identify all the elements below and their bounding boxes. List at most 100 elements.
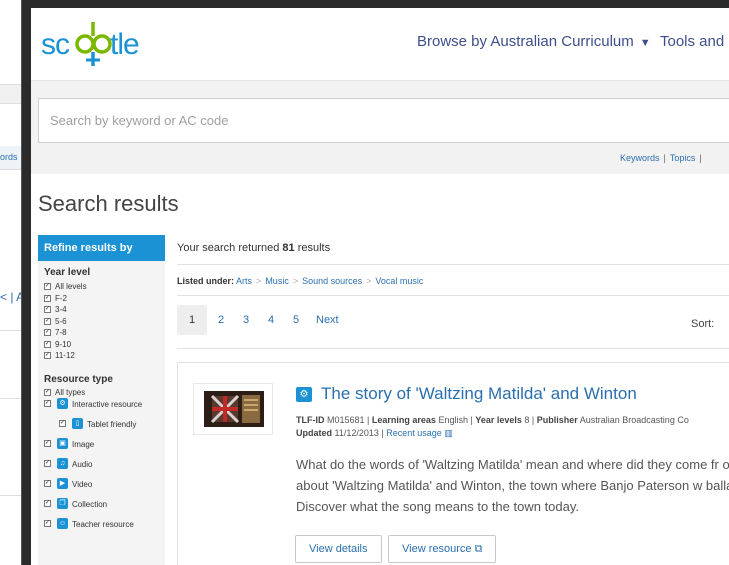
result-thumbnail[interactable] — [193, 383, 273, 435]
divider — [177, 348, 729, 349]
facet-type-teacher-resource[interactable]: ✓ ☺ Teacher resource — [38, 516, 165, 536]
breadcrumb-item[interactable]: Arts — [236, 276, 252, 286]
page-5-link[interactable]: 5 — [291, 305, 301, 335]
page-1-button[interactable]: 1 — [177, 305, 207, 335]
view-resource-button[interactable]: View resource ⧉ — [388, 535, 497, 563]
svg-text:tle: tle — [110, 28, 139, 61]
nav-browse-curriculum[interactable]: Browse by Australian Curriculum ▼ — [417, 33, 651, 50]
checkbox-checked-icon[interactable]: ✓ — [44, 340, 51, 348]
breadcrumb-item[interactable]: Music — [265, 276, 289, 286]
facet-year-11-12[interactable]: ✓ 11-12 — [38, 351, 165, 363]
keywords-link[interactable]: Keywords — [620, 153, 660, 163]
facet-label: 3-4 — [55, 305, 67, 314]
checkbox-checked-icon[interactable]: ✓ — [44, 400, 51, 407]
facet-label: All levels — [55, 282, 87, 291]
checkbox-checked-icon[interactable]: ✓ — [44, 440, 51, 447]
listed-under-label: Listed under: — [177, 276, 235, 286]
tlf-label: TLF-ID — [296, 415, 325, 425]
facet-label: 5-6 — [55, 316, 67, 326]
audio-icon: ♫ — [57, 458, 68, 469]
left-cropped-link[interactable]: ords — [0, 152, 18, 162]
bar-chart-icon: ▥ — [444, 428, 453, 438]
nav-tools[interactable]: Tools and — [660, 33, 724, 50]
facet-label: Teacher resource — [72, 520, 134, 529]
interactive-icon: ⚙ — [57, 398, 68, 409]
facet-year-f-2[interactable]: ✓ F-2 — [38, 294, 165, 306]
divider — [177, 264, 729, 265]
topics-link[interactable]: Topics — [670, 153, 696, 163]
scootle-logo[interactable]: sc tle — [41, 20, 151, 68]
page-4-link[interactable]: 4 — [266, 305, 276, 335]
checkbox-checked-icon[interactable]: ✓ — [44, 460, 51, 467]
learning-areas-label: Learning areas — [371, 415, 436, 425]
checkbox-checked-icon[interactable]: ✓ — [59, 420, 66, 427]
facet-type-video[interactable]: ✓ ▶ Video — [38, 476, 165, 496]
search-band: Keywords|Topics| — [31, 80, 729, 174]
facet-label: Video — [72, 480, 93, 489]
breadcrumb-item[interactable]: Vocal music — [375, 276, 423, 286]
window-border — [22, 0, 31, 565]
breadcrumb-item[interactable]: Sound sources — [302, 276, 362, 286]
checkbox-checked-icon[interactable]: ✓ — [44, 283, 51, 290]
top-navigation: sc tle Browse by Australian Curriculum ▼ … — [31, 8, 729, 80]
checkbox-checked-icon[interactable]: ✓ — [44, 520, 51, 527]
facet-year-5-6[interactable]: ✓ 5-6 — [38, 317, 165, 329]
chevron-right-icon: > — [366, 276, 372, 286]
checkbox-checked-icon[interactable]: ✓ — [44, 500, 51, 507]
refine-heading: Refine results by — [38, 235, 165, 261]
facet-type-image[interactable]: ✓ ▣ Image — [38, 436, 165, 456]
facet-label: 9-10 — [55, 339, 72, 349]
meta-line-1: TLF-ID M015681 | Learning areas English … — [296, 415, 689, 425]
results-number: 81 — [282, 242, 295, 254]
facet-year-9-10[interactable]: ✓ 9-10 — [38, 340, 165, 352]
left-divider — [0, 330, 21, 331]
search-box — [38, 98, 729, 143]
facet-year-7-8[interactable]: ✓ 7-8 — [38, 328, 165, 340]
checkbox-checked-icon[interactable]: ✓ — [44, 329, 51, 336]
result-title-row: ⚙ The story of 'Waltzing Matilda' and Win… — [296, 384, 637, 404]
facet-type-audio[interactable]: ✓ ♫ Audio — [38, 456, 165, 476]
checkbox-checked-icon[interactable]: ✓ — [44, 480, 51, 487]
updated-value: 11/12/2013 — [334, 428, 379, 438]
sort-label[interactable]: Sort: — [691, 318, 714, 330]
breadcrumb: Listed under: Arts > Music > Sound sources > V… — [177, 276, 423, 286]
recent-usage-link[interactable]: Recent usage — [386, 428, 442, 438]
facet-year-all[interactable]: ✓ All levels — [38, 282, 165, 294]
next-page-link[interactable]: Next — [316, 305, 339, 335]
tlf-id: M015681 — [327, 415, 365, 425]
view-resource-label: View resource — [402, 543, 472, 555]
page-2-link[interactable]: 2 — [216, 305, 226, 335]
teacher-icon: ☺ — [57, 518, 68, 529]
updated-label: Updated — [296, 428, 332, 438]
results-suffix: results — [297, 242, 331, 254]
publisher-label: Publisher — [536, 415, 578, 425]
facet-title-year-level: Year level — [44, 267, 91, 278]
left-window-fragment: ords < | A — [0, 0, 22, 565]
checkbox-checked-icon[interactable]: ✓ — [44, 306, 51, 313]
collection-icon: ❐ — [57, 498, 68, 509]
checkbox-checked-icon[interactable]: ✓ — [44, 388, 51, 396]
facet-year-3-4[interactable]: ✓ 3-4 — [38, 305, 165, 317]
facet-type-tablet-friendly[interactable]: ✓ ▯ Tablet friendly — [38, 416, 165, 436]
left-toolbar-strip — [0, 84, 21, 104]
facet-type-collection[interactable]: ✓ ❐ Collection — [38, 496, 165, 516]
left-cropped-text: < | A — [0, 290, 22, 304]
divider — [177, 295, 729, 296]
checkbox-checked-icon[interactable]: ✓ — [44, 352, 51, 359]
facet-type-interactive[interactable]: ✓ ⚙ Interactive resource — [38, 396, 165, 416]
search-input[interactable] — [39, 99, 729, 142]
result-title-link[interactable]: The story of 'Waltzing Matilda' and Wint… — [321, 384, 637, 404]
publisher-value: Australian Broadcasting Co — [579, 415, 689, 425]
checkbox-checked-icon[interactable]: ✓ — [44, 294, 51, 302]
chevron-right-icon: > — [256, 276, 262, 286]
facet-label: Tablet friendly — [87, 420, 137, 429]
nav-browse-label: Browse by Australian Curriculum — [417, 33, 634, 50]
meta-line-2: Updated 11/12/2013 | Recent usage ▥ — [296, 428, 453, 438]
results-prefix: Your search returned — [177, 242, 280, 254]
year-levels-value: 8 — [524, 415, 530, 425]
main-window: sc tle Browse by Australian Curriculum ▼ … — [31, 0, 729, 565]
checkbox-checked-icon[interactable]: ✓ — [44, 317, 51, 325]
view-details-button[interactable]: View details — [295, 535, 382, 563]
page-3-link[interactable]: 3 — [241, 305, 251, 335]
refine-sidebar: Refine results by Year level ✓ All levels… — [38, 235, 165, 565]
